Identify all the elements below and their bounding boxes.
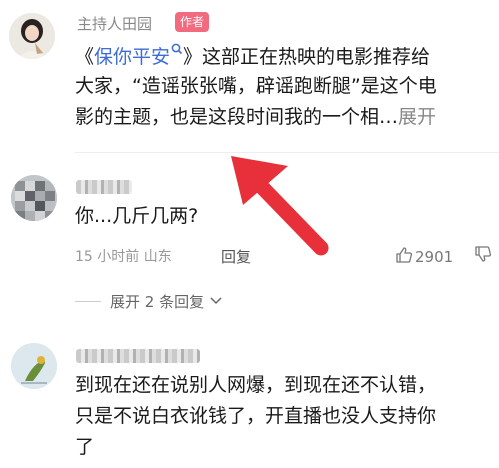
arrow-annotation xyxy=(231,156,329,256)
post-line-3: 影的主题，也是这段时间我的一个相…展开 xyxy=(75,105,436,129)
expand-replies-button[interactable]: 展开 2 条回复 xyxy=(110,291,223,312)
reply-button[interactable]: 回复 xyxy=(221,246,251,267)
movie-link[interactable]: 保你平安 xyxy=(94,43,183,68)
post-line-2: 大家，“造谣张张嘴，辟谣跑断腿”是这个电 xyxy=(75,75,437,97)
comment-page: 主持人田园 作者 《保你平安 》这部正在热映的电影推荐给 大家，“造谣张张嘴，辟谣… xyxy=(0,0,499,468)
expand-replies-label: 展开 2 条回复 xyxy=(110,293,205,311)
movie-link-label: 保你平安 xyxy=(94,46,171,68)
post-line-1: 《保你平安 》这部正在热映的电影推荐给 xyxy=(75,43,430,69)
comment-meta: 15 小时前 山东 xyxy=(75,249,172,265)
chevron-down-icon xyxy=(210,297,222,305)
thumbs-down-icon[interactable] xyxy=(474,245,492,263)
comment-2-line-1: 到现在还在说别人网爆，到现在还不认错， xyxy=(75,374,437,396)
search-icon xyxy=(171,43,183,55)
like-button[interactable]: 2901 xyxy=(395,246,453,266)
comment-text: 你...几斤几两? xyxy=(75,205,199,227)
commenter-avatar-2[interactable] xyxy=(11,343,57,389)
like-count: 2901 xyxy=(415,248,454,266)
post-bracket-open: 《 xyxy=(75,46,95,68)
post-line-3-text: 影的主题，也是这段时间我的一个相… xyxy=(75,106,399,128)
commenter-name-blurred[interactable] xyxy=(76,180,132,194)
post-line-1-rest: 》这部正在热映的电影推荐给 xyxy=(183,46,431,68)
author-name[interactable]: 主持人田园 xyxy=(77,13,152,34)
expand-replies-line xyxy=(75,301,101,302)
expand-post-link[interactable]: 展开 xyxy=(398,106,436,128)
comment-2-line-2: 只是不说白衣讹钱了，开直播也没人支持你 xyxy=(75,405,437,427)
commenter-avatar-blurred[interactable] xyxy=(11,175,57,221)
commenter-name-2-blurred[interactable] xyxy=(76,349,200,363)
thumbs-up-icon xyxy=(396,247,413,263)
comment-2-line-3: 了 xyxy=(75,436,95,458)
author-avatar[interactable] xyxy=(9,13,55,59)
divider xyxy=(75,152,499,153)
author-badge: 作者 xyxy=(175,12,210,32)
